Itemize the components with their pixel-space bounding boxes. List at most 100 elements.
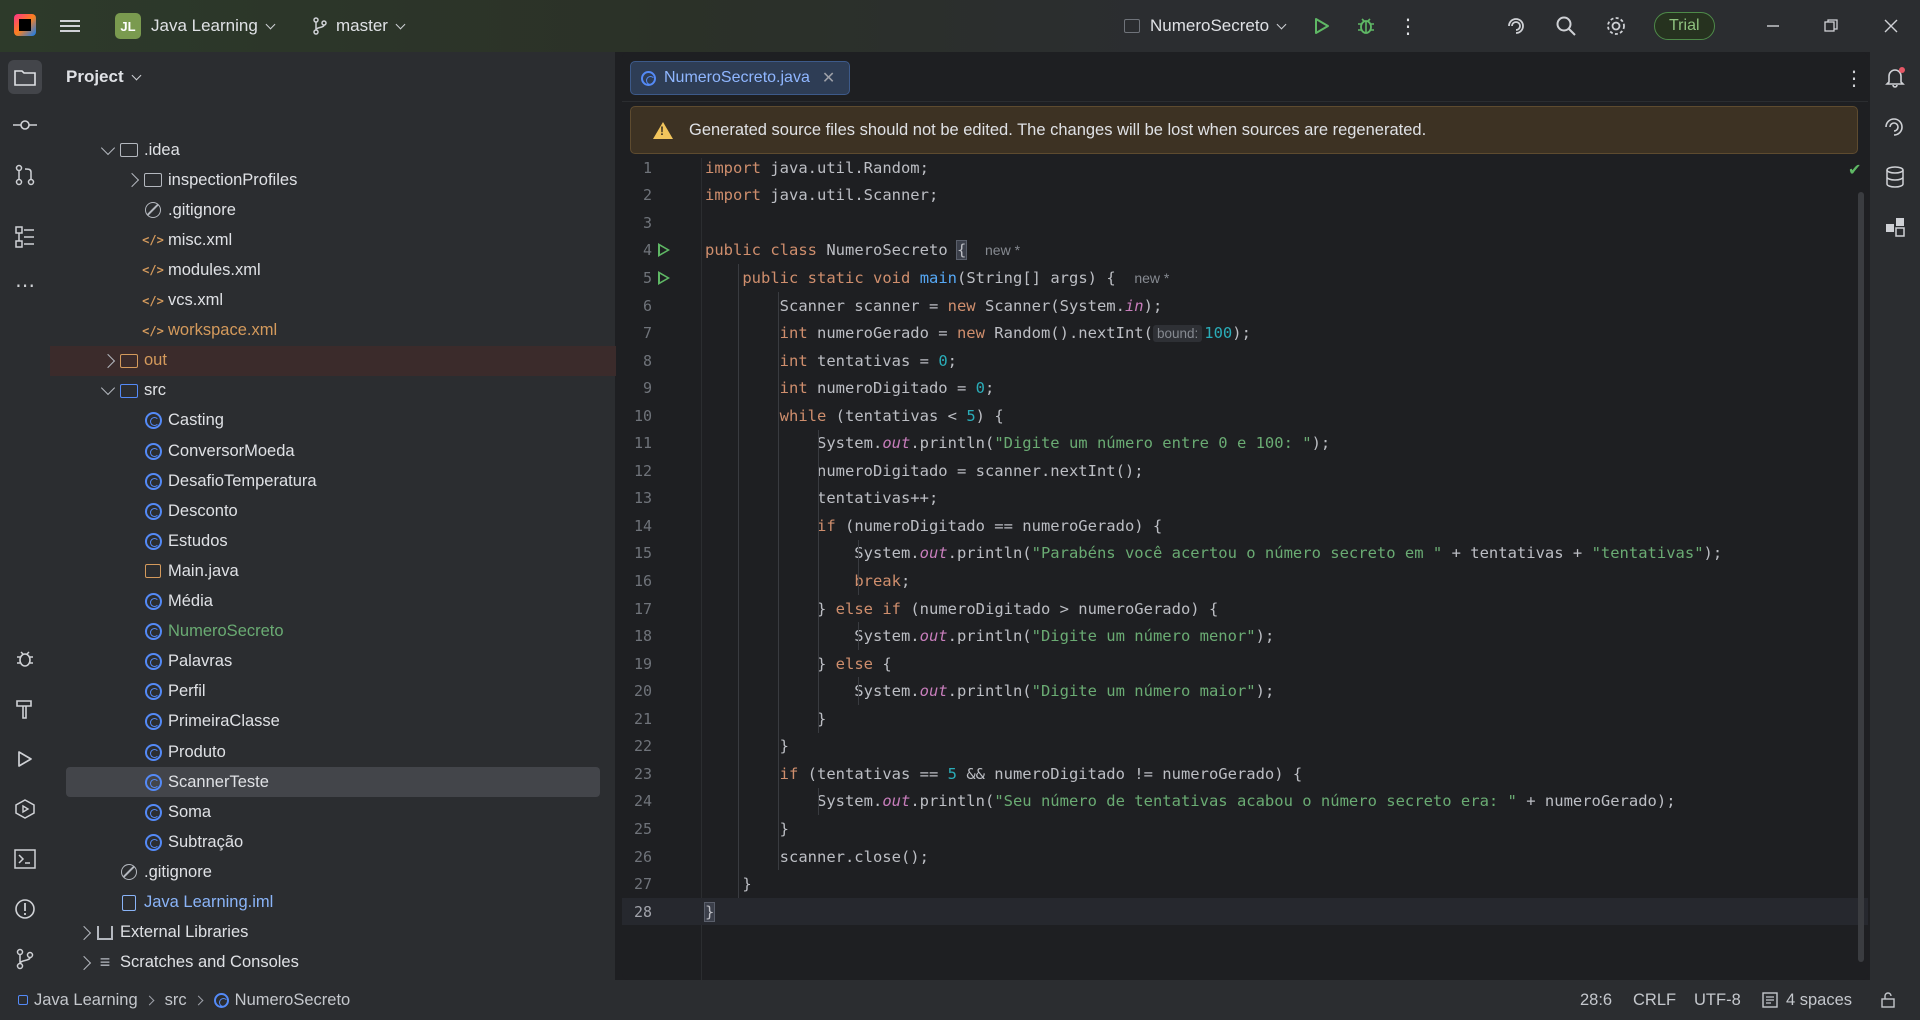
tree-item[interactable]: </> vcs.xml [50, 286, 600, 316]
more-tools-icon[interactable]: ⋯ [10, 270, 40, 300]
tree-item[interactable]: External Libraries [50, 918, 600, 948]
tree-item[interactable]: Produto [50, 737, 600, 767]
line-number[interactable]: 4 [622, 241, 652, 259]
no-problems-check-icon[interactable]: ✔ [1848, 160, 1861, 180]
code-line[interactable]: 10 while (tentativas < 5) { [622, 402, 1868, 430]
code-line[interactable]: 25 } [622, 815, 1868, 843]
line-number[interactable]: 3 [622, 214, 652, 232]
code-line[interactable]: 26 scanner.close(); [622, 843, 1868, 871]
tree-item[interactable]: Soma [50, 797, 600, 827]
tab-numerosecreto-java[interactable]: NumeroSecreto.java ✕ [630, 61, 851, 95]
line-number[interactable]: 18 [622, 627, 652, 645]
vcs-branch-switcher[interactable]: master [312, 0, 406, 52]
tree-item[interactable]: Perfil [50, 677, 600, 707]
chevron-down-icon[interactable] [100, 381, 116, 396]
breadcrumb-item[interactable]: src [165, 991, 187, 1010]
line-number[interactable]: 27 [622, 875, 652, 893]
search-icon[interactable] [1546, 0, 1586, 52]
tree-item[interactable]: Desconto [50, 496, 600, 526]
code-line[interactable]: 16 break; [622, 567, 1868, 595]
line-number[interactable]: 10 [622, 407, 652, 425]
tree-item[interactable]: Casting [50, 406, 600, 436]
code-line[interactable]: 28} [622, 897, 1868, 926]
indent-setting[interactable]: 4 spaces [1762, 980, 1852, 1020]
code-line[interactable]: 18 System.out.println("Digite um número … [622, 622, 1868, 650]
tree-item[interactable]: ConversorMoeda [50, 436, 600, 466]
tree-item[interactable]: out [50, 345, 616, 376]
tree-item[interactable]: ScannerTeste [66, 767, 600, 798]
line-number[interactable]: 2 [622, 186, 652, 204]
line-number[interactable]: 12 [622, 462, 652, 480]
tree-item[interactable]: </> misc.xml [50, 225, 600, 255]
line-number[interactable]: 21 [622, 710, 652, 728]
code-line[interactable]: 14 if (numeroDigitado == numeroGerado) { [622, 512, 1868, 540]
tree-item[interactable]: Média [50, 587, 600, 617]
code-line[interactable]: 20 System.out.println("Digite um número … [622, 677, 1868, 705]
pull-requests-icon[interactable] [10, 160, 40, 190]
tree-item[interactable]: Subtração [50, 827, 600, 857]
line-number[interactable]: 13 [622, 489, 652, 507]
editor-scrollbar[interactable] [1858, 192, 1864, 962]
debug-tool-icon[interactable] [10, 644, 40, 674]
line-number[interactable]: 17 [622, 600, 652, 618]
restore-button[interactable] [1802, 0, 1860, 52]
app-logo-icon[interactable] [14, 14, 36, 36]
editor-tabs-menu-icon[interactable]: ⋮ [1844, 66, 1864, 91]
tree-item[interactable]: inspectionProfiles [50, 165, 600, 195]
tree-item[interactable]: Main.java [50, 556, 600, 586]
debug-button[interactable] [1346, 0, 1386, 52]
problems-tool-icon[interactable] [10, 894, 40, 924]
project-tool-icon[interactable] [8, 60, 42, 94]
line-number[interactable]: 23 [622, 765, 652, 783]
breadcrumb-item[interactable]: Java Learning [18, 991, 138, 1010]
tree-item[interactable]: Estudos [50, 526, 600, 556]
line-number[interactable]: 24 [622, 792, 652, 810]
line-number[interactable]: 6 [622, 297, 652, 315]
line-separator[interactable]: CRLF [1633, 980, 1676, 1020]
git-tool-icon[interactable] [10, 944, 40, 974]
code-line[interactable]: 7 int numeroGerado = new Random().nextIn… [622, 319, 1868, 347]
more-actions-icon[interactable]: ⋮ [1388, 0, 1428, 52]
close-tab-icon[interactable]: ✕ [822, 68, 835, 88]
tree-item[interactable]: </> modules.xml [50, 255, 600, 285]
project-panel-header[interactable]: Project [50, 52, 615, 102]
main-menu-icon[interactable] [60, 0, 86, 52]
line-number[interactable]: 15 [622, 544, 652, 562]
line-number[interactable]: 19 [622, 655, 652, 673]
notifications-bell-icon[interactable] [1880, 62, 1910, 92]
line-number[interactable]: 8 [622, 352, 652, 370]
tree-item[interactable]: NumeroSecreto [50, 617, 600, 647]
code-line[interactable]: 8 int tentativas = 0; [622, 347, 1868, 375]
services-tool-icon[interactable] [10, 794, 40, 824]
code-line[interactable]: 11 System.out.println("Digite um número … [622, 430, 1868, 458]
line-number[interactable]: 11 [622, 434, 652, 452]
line-number[interactable]: 5 [622, 269, 652, 287]
tree-item[interactable]: .idea [50, 135, 600, 165]
tree-item[interactable]: .gitignore [50, 857, 600, 887]
code-line[interactable]: 22 } [622, 733, 1868, 761]
code-line[interactable]: 9 int numeroDigitado = 0; [622, 374, 1868, 402]
code-line[interactable]: 17 } else if (numeroDigitado > numeroGer… [622, 595, 1868, 623]
tree-item[interactable]: ≡ Scratches and Consoles [50, 948, 600, 978]
code-line[interactable]: 2 import java.util.Scanner; [622, 182, 1868, 210]
tree-item[interactable]: PrimeiraClasse [50, 707, 600, 737]
line-number[interactable]: 26 [622, 848, 652, 866]
chevron-right-icon[interactable] [124, 173, 140, 188]
code-line[interactable]: 1 import java.util.Random; [622, 154, 1868, 182]
chevron-right-icon[interactable] [76, 955, 92, 970]
tree-item[interactable]: src [50, 376, 600, 406]
tree-item[interactable]: </> workspace.xml [50, 316, 600, 346]
code-line[interactable]: 13 tentativas++; [622, 485, 1868, 513]
code-line[interactable]: 24 System.out.println("Seu número de ten… [622, 788, 1868, 816]
gutter-run-icon[interactable] [658, 270, 670, 285]
run-configuration-selector[interactable]: NumeroSecreto [1124, 0, 1287, 52]
code-line[interactable]: 27 } [622, 870, 1868, 898]
tree-item[interactable]: DesafioTemperatura [50, 466, 600, 496]
line-number[interactable]: 1 [622, 159, 652, 177]
chevron-right-icon[interactable] [100, 353, 116, 368]
line-number[interactable]: 22 [622, 737, 652, 755]
breadcrumb-item[interactable]: NumeroSecreto [213, 991, 350, 1010]
trial-badge[interactable]: Trial [1654, 12, 1715, 40]
read-only-lock-icon[interactable] [1880, 980, 1896, 1020]
code-line[interactable]: 6 Scanner scanner = new Scanner(System.i… [622, 292, 1868, 320]
